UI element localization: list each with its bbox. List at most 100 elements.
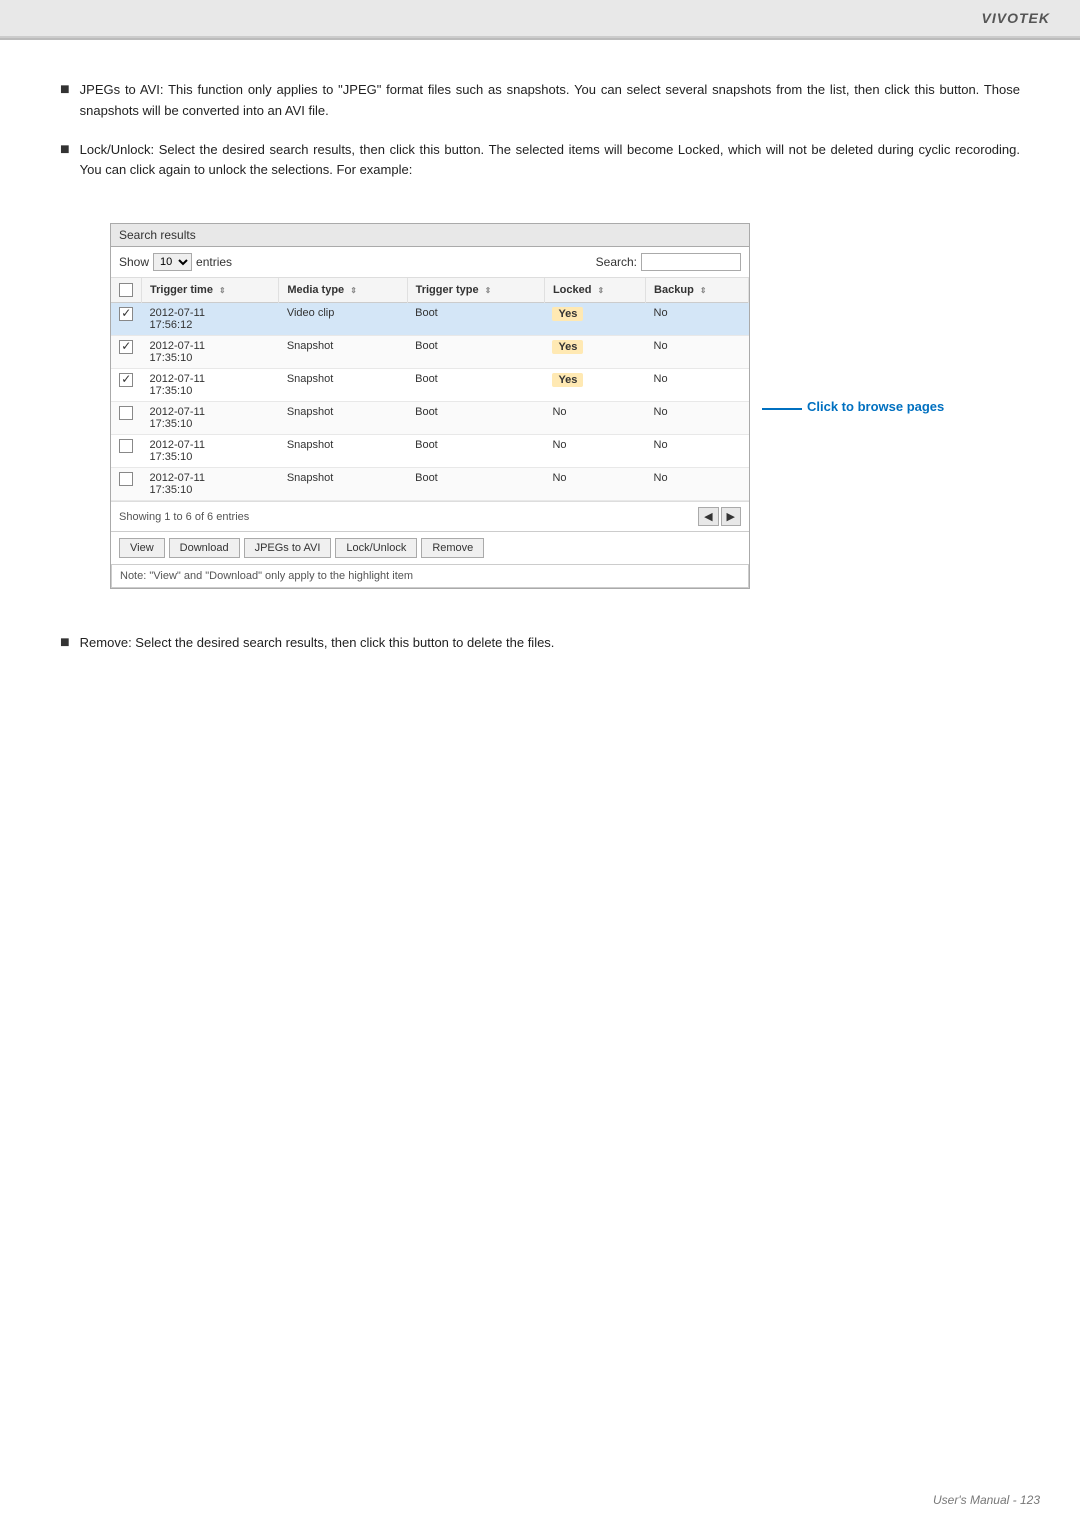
search-label: Search: [596, 255, 637, 269]
row-locked: Yes [544, 303, 645, 336]
footer-text: User's Manual - 123 [933, 1493, 1040, 1507]
table-row: 2012-07-11 17:35:10SnapshotBootNoNo [111, 468, 749, 501]
row-locked: No [544, 435, 645, 468]
results-table: Trigger time ⇕ Media type ⇕ Trigger type… [111, 278, 749, 501]
row-media-type: Snapshot [279, 336, 407, 369]
row-trigger-time: 2012-07-11 17:35:10 [142, 402, 279, 435]
note-box: Note: "View" and "Download" only apply t… [111, 564, 749, 588]
row-trigger-type: Boot [407, 303, 544, 336]
showing-entries-text: Showing 1 to 6 of 6 entries [119, 511, 249, 523]
show-label: Show [119, 255, 149, 269]
row-checkbox-cell[interactable] [111, 369, 142, 402]
row-trigger-time: 2012-07-11 17:35:10 [142, 336, 279, 369]
search-input[interactable] [641, 253, 741, 271]
remove-button[interactable]: Remove [421, 538, 484, 558]
col-backup[interactable]: Backup ⇕ [646, 278, 749, 303]
row-media-type: Video clip [279, 303, 407, 336]
row-locked: Yes [544, 369, 645, 402]
row-backup: No [646, 336, 749, 369]
col-checkbox [111, 278, 142, 303]
bullet-icon-2: ■ [60, 141, 70, 159]
action-buttons-row: View Download JPEGs to AVI Lock/Unlock R… [111, 531, 749, 564]
row-media-type: Snapshot [279, 468, 407, 501]
jpegs-to-avi-button[interactable]: JPEGs to AVI [244, 538, 332, 558]
row-checkbox-cell[interactable] [111, 303, 142, 336]
row-media-type: Snapshot [279, 435, 407, 468]
entries-select[interactable]: 10 25 50 [153, 253, 192, 271]
row-locked: Yes [544, 336, 645, 369]
bullet-jpegs-avi: ■ JPEGs to AVI: This function only appli… [60, 80, 1020, 122]
row-checkbox[interactable] [119, 439, 133, 453]
row-checkbox-cell[interactable] [111, 468, 142, 501]
table-row: 2012-07-11 17:35:10SnapshotBootYesNo [111, 369, 749, 402]
row-backup: No [646, 369, 749, 402]
browse-annotation: Click to browse pages [762, 398, 944, 416]
sort-arrows-backup: ⇕ [700, 286, 707, 295]
sort-arrows-trigger-type: ⇕ [485, 286, 492, 295]
row-checkbox[interactable] [119, 340, 133, 354]
row-checkbox[interactable] [119, 307, 133, 321]
row-checkbox[interactable] [119, 406, 133, 420]
row-checkbox[interactable] [119, 472, 133, 486]
search-results-panel: Search results Show 10 25 50 entries [110, 223, 750, 589]
pagination-buttons: ◀ ▶ [698, 507, 741, 526]
row-trigger-type: Boot [407, 435, 544, 468]
row-trigger-time: 2012-07-11 17:35:10 [142, 369, 279, 402]
note-text: Note: "View" and "Download" only apply t… [120, 570, 413, 582]
row-backup: No [646, 402, 749, 435]
page-footer: User's Manual - 123 [933, 1493, 1040, 1507]
row-locked: No [544, 402, 645, 435]
row-backup: No [646, 468, 749, 501]
annotation-text: Click to browse pages [807, 398, 944, 416]
row-media-type: Snapshot [279, 369, 407, 402]
download-button[interactable]: Download [169, 538, 240, 558]
page-wrapper: VIVOTEK ■ JPEGs to AVI: This function on… [0, 0, 1080, 1527]
table-row: 2012-07-11 17:35:10SnapshotBootNoNo [111, 402, 749, 435]
row-trigger-type: Boot [407, 468, 544, 501]
col-media-type[interactable]: Media type ⇕ [279, 278, 407, 303]
row-backup: No [646, 435, 749, 468]
row-trigger-type: Boot [407, 336, 544, 369]
bullet-text-3: Remove: Select the desired search result… [80, 633, 555, 654]
sort-arrows-locked: ⇕ [598, 286, 605, 295]
row-trigger-type: Boot [407, 402, 544, 435]
table-body: 2012-07-11 17:56:12Video clipBootYesNo20… [111, 303, 749, 501]
row-trigger-time: 2012-07-11 17:35:10 [142, 435, 279, 468]
table-row: 2012-07-11 17:56:12Video clipBootYesNo [111, 303, 749, 336]
header-checkbox[interactable] [119, 283, 133, 297]
row-trigger-type: Boot [407, 369, 544, 402]
top-bar: VIVOTEK [0, 0, 1080, 38]
row-checkbox-cell[interactable] [111, 402, 142, 435]
search-controls: Show 10 25 50 entries Search: [111, 247, 749, 278]
bullet-text-2: Lock/Unlock: Select the desired search r… [80, 140, 1020, 182]
table-header-row: Trigger time ⇕ Media type ⇕ Trigger type… [111, 278, 749, 303]
show-entries-control: Show 10 25 50 entries [119, 253, 232, 271]
row-checkbox[interactable] [119, 373, 133, 387]
lock-unlock-button[interactable]: Lock/Unlock [335, 538, 417, 558]
sort-arrows-media-type: ⇕ [350, 286, 357, 295]
row-checkbox-cell[interactable] [111, 435, 142, 468]
row-media-type: Snapshot [279, 402, 407, 435]
bullet-icon-1: ■ [60, 81, 70, 99]
col-locked[interactable]: Locked ⇕ [544, 278, 645, 303]
row-backup: No [646, 303, 749, 336]
table-row: 2012-07-11 17:35:10SnapshotBootYesNo [111, 336, 749, 369]
search-results-title: Search results [111, 224, 749, 247]
col-trigger-type[interactable]: Trigger type ⇕ [407, 278, 544, 303]
row-locked: No [544, 468, 645, 501]
table-footer: Showing 1 to 6 of 6 entries ◀ ▶ [111, 501, 749, 531]
prev-page-button[interactable]: ◀ [698, 507, 718, 526]
search-box: Search: [596, 253, 741, 271]
bullet-text-1: JPEGs to AVI: This function only applies… [80, 80, 1020, 122]
annotation-line [762, 408, 802, 410]
row-trigger-time: 2012-07-11 17:56:12 [142, 303, 279, 336]
table-row: 2012-07-11 17:35:10SnapshotBootNoNo [111, 435, 749, 468]
brand-logo: VIVOTEK [982, 10, 1050, 26]
bullet-lockunlock: ■ Lock/Unlock: Select the desired search… [60, 140, 1020, 610]
bullet-remove: ■ Remove: Select the desired search resu… [60, 633, 1020, 654]
sort-arrows-trigger-time: ⇕ [219, 286, 226, 295]
next-page-button[interactable]: ▶ [721, 507, 741, 526]
view-button[interactable]: View [119, 538, 165, 558]
row-checkbox-cell[interactable] [111, 336, 142, 369]
col-trigger-time[interactable]: Trigger time ⇕ [142, 278, 279, 303]
